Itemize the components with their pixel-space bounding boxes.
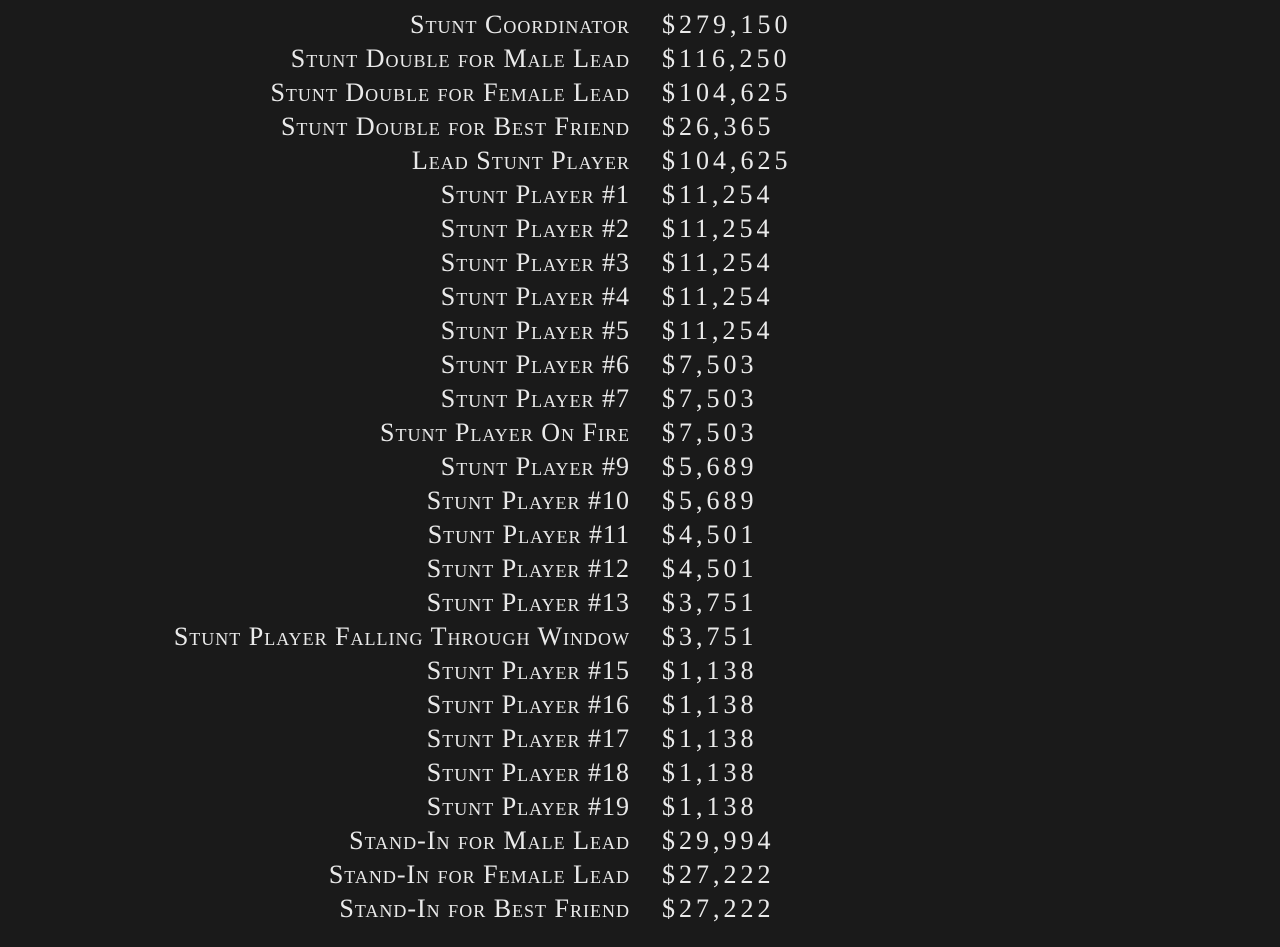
credit-amount: $1,138 xyxy=(630,794,758,820)
credit-row: Stunt Player #19$1,138 xyxy=(0,794,1280,828)
credit-row: Stunt Player #5$11,254 xyxy=(0,318,1280,352)
credit-row: Stunt Player #2$11,254 xyxy=(0,216,1280,250)
credit-row: Stunt Double for Female Lead$104,625 xyxy=(0,80,1280,114)
credit-row: Stunt Player #17$1,138 xyxy=(0,726,1280,760)
credit-amount: $1,138 xyxy=(630,726,758,752)
credits-list: Stunt Coordinator$279,150Stunt Double fo… xyxy=(0,0,1280,947)
credit-row: Stunt Player #9$5,689 xyxy=(0,454,1280,488)
credit-amount: $26,365 xyxy=(630,114,775,140)
credit-amount: $11,254 xyxy=(630,284,774,310)
credit-amount: $104,625 xyxy=(630,148,792,174)
credit-role: Stand-In for Best Friend xyxy=(0,896,630,922)
credit-role: Stand-In for Female Lead xyxy=(0,862,630,888)
credit-role: Stunt Player On Fire xyxy=(0,420,630,446)
credit-row: Stand-In for Female Lead$27,222 xyxy=(0,862,1280,896)
credit-amount: $11,254 xyxy=(630,182,774,208)
credit-row: Stunt Double for Male Lead$116,250 xyxy=(0,46,1280,80)
credit-amount: $27,222 xyxy=(630,896,775,922)
credit-role: Stunt Player #13 xyxy=(0,590,630,616)
credit-role: Stunt Player #7 xyxy=(0,386,630,412)
credit-row: Stunt Player On Fire$7,503 xyxy=(0,420,1280,454)
credit-role: Stunt Player #16 xyxy=(0,692,630,718)
credit-row: Stunt Player #7$7,503 xyxy=(0,386,1280,420)
credit-row: Stand-In for Best Friend$27,222 xyxy=(0,896,1280,930)
credit-role: Stunt Player #17 xyxy=(0,726,630,752)
credit-role: Stunt Player #10 xyxy=(0,488,630,514)
credit-role: Stunt Player #11 xyxy=(0,522,630,548)
credit-row: Stunt Player #1$11,254 xyxy=(0,182,1280,216)
credit-amount: $7,503 xyxy=(630,386,758,412)
credit-row: Stunt Player #15$1,138 xyxy=(0,658,1280,692)
credit-role: Stunt Player #2 xyxy=(0,216,630,242)
credit-role: Stunt Player Falling Through Window xyxy=(0,624,630,650)
credit-amount: $11,254 xyxy=(630,318,774,344)
credit-role: Stunt Player #12 xyxy=(0,556,630,582)
credit-amount: $27,222 xyxy=(630,862,775,888)
credit-row: Stunt Player #13$3,751 xyxy=(0,590,1280,624)
credit-row: Stunt Player #11$4,501 xyxy=(0,522,1280,556)
credit-amount: $104,625 xyxy=(630,80,792,106)
credit-role: Stunt Player #18 xyxy=(0,760,630,786)
credit-role: Stunt Player #5 xyxy=(0,318,630,344)
credit-row: Stunt Player #16$1,138 xyxy=(0,692,1280,726)
credit-role: Lead Stunt Player xyxy=(0,148,630,174)
credit-row: Stunt Player #18$1,138 xyxy=(0,760,1280,794)
credit-row: Lead Stunt Player$104,625 xyxy=(0,148,1280,182)
credit-role: Stunt Double for Best Friend xyxy=(0,114,630,140)
credit-amount: $11,254 xyxy=(630,250,774,276)
credit-amount: $4,501 xyxy=(630,556,758,582)
credit-amount: $29,994 xyxy=(630,828,775,854)
credit-role: Stunt Player #1 xyxy=(0,182,630,208)
credit-amount: $1,138 xyxy=(630,658,758,684)
credit-amount: $11,254 xyxy=(630,216,774,242)
credit-role: Stunt Player #15 xyxy=(0,658,630,684)
credit-role: Stunt Player #4 xyxy=(0,284,630,310)
credit-row: Stunt Coordinator$279,150 xyxy=(0,12,1280,46)
credit-amount: $4,501 xyxy=(630,522,758,548)
credit-role: Stunt Player #9 xyxy=(0,454,630,480)
credit-amount: $3,751 xyxy=(630,590,758,616)
credit-role: Stand-In for Male Lead xyxy=(0,828,630,854)
credit-row: Stunt Player #12$4,501 xyxy=(0,556,1280,590)
credit-row: Stunt Player Falling Through Window$3,75… xyxy=(0,624,1280,658)
credit-role: Stunt Coordinator xyxy=(0,12,630,38)
credit-role: Stunt Player #19 xyxy=(0,794,630,820)
credit-row: Stunt Player #10$5,689 xyxy=(0,488,1280,522)
credit-amount: $116,250 xyxy=(630,46,791,72)
credit-amount: $5,689 xyxy=(630,454,758,480)
credit-row: Stunt Double for Best Friend$26,365 xyxy=(0,114,1280,148)
credit-row: Stunt Player #6$7,503 xyxy=(0,352,1280,386)
credit-row: Stunt Player #4$11,254 xyxy=(0,284,1280,318)
credit-amount: $1,138 xyxy=(630,692,758,718)
credit-row: Stunt Player #3$11,254 xyxy=(0,250,1280,284)
credit-amount: $1,138 xyxy=(630,760,758,786)
credit-amount: $3,751 xyxy=(630,624,758,650)
credit-amount: $7,503 xyxy=(630,420,758,446)
credit-role: Stunt Double for Male Lead xyxy=(0,46,630,72)
credit-amount: $7,503 xyxy=(630,352,758,378)
credit-role: Stunt Player #6 xyxy=(0,352,630,378)
credit-role: Stunt Double for Female Lead xyxy=(0,80,630,106)
credit-amount: $279,150 xyxy=(630,12,792,38)
credit-row: Stand-In for Male Lead$29,994 xyxy=(0,828,1280,862)
credit-amount: $5,689 xyxy=(630,488,758,514)
credit-role: Stunt Player #3 xyxy=(0,250,630,276)
